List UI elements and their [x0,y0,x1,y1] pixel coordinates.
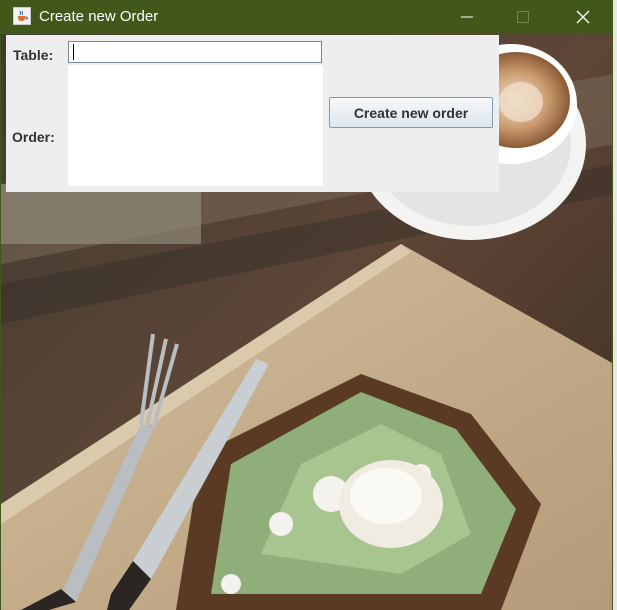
create-order-button[interactable]: Create new order [329,97,493,128]
order-textarea[interactable] [68,65,323,186]
minimize-button[interactable] [444,0,490,34]
close-icon [576,10,590,24]
desktop-edge [613,0,617,610]
maximize-button[interactable] [500,0,546,34]
order-label: Order: [12,129,55,145]
maximize-icon [517,11,529,23]
close-button[interactable] [560,0,606,34]
table-label: Table: [13,47,54,63]
table-input[interactable] [68,41,322,63]
window-title: Create new Order [39,8,159,25]
java-cup-icon [13,7,31,25]
app-window: Create new Order Table: Order: Create ne… [0,0,613,610]
title-bar[interactable]: Create new Order [1,0,612,34]
minimize-icon [461,16,473,18]
order-form-panel: Table: Order: Create new order [6,35,499,192]
text-caret [73,44,74,60]
